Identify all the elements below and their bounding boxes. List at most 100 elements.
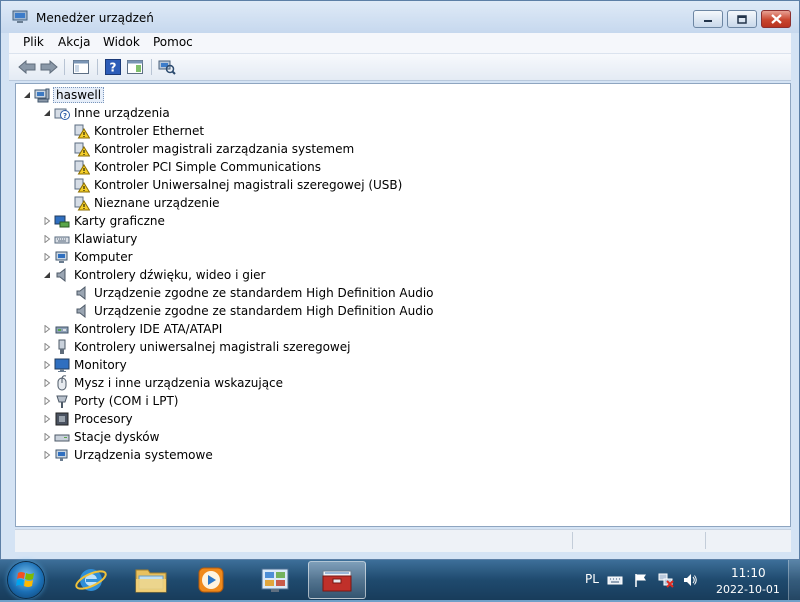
unknown-device-icon: ? xyxy=(54,108,70,120)
expand-arrow-icon[interactable] xyxy=(43,235,51,243)
status-pane xyxy=(705,532,790,549)
keyboard-icon xyxy=(54,236,70,244)
toolbar-separator xyxy=(151,59,152,75)
toolbar-separator xyxy=(64,59,65,75)
collapse-arrow-icon[interactable] xyxy=(23,91,31,99)
tree-item-label: Kontroler magistrali zarządzania systeme… xyxy=(94,142,355,156)
display-adapter-icon xyxy=(54,215,70,228)
tree-item[interactable]: Urządzenie zgodne ze standardem High Def… xyxy=(74,302,435,320)
collapse-arrow-icon[interactable] xyxy=(43,109,51,117)
show-desktop-button[interactable] xyxy=(788,560,800,600)
tree-item[interactable]: Kontrolery IDE ATA/ATAPI xyxy=(54,320,223,338)
maximize-button[interactable] xyxy=(727,10,757,28)
warning-device-icon xyxy=(74,160,90,175)
warning-device-icon xyxy=(74,178,90,193)
toolbox-icon xyxy=(322,570,352,592)
forward-button[interactable] xyxy=(39,58,59,76)
show-hide-console-tree-button[interactable] xyxy=(71,58,91,76)
tree-item[interactable]: Kontrolery dźwięku, wideo i gier xyxy=(54,266,266,284)
tree-item-label: Kontroler Ethernet xyxy=(94,124,205,138)
tree-item-label: Inne urządzenia xyxy=(74,106,170,120)
menu-akcja[interactable]: Akcja xyxy=(54,35,94,49)
close-button[interactable] xyxy=(761,10,791,28)
tree-item[interactable]: Kontroler Uniwersalnej magistrali szereg… xyxy=(74,176,403,194)
tree-item[interactable]: Klawiatury xyxy=(54,230,138,248)
taskbar-internet-explorer[interactable] xyxy=(62,561,120,599)
tree-item-label: Porty (COM i LPT) xyxy=(74,394,179,408)
help-button[interactable]: ? xyxy=(103,58,123,76)
tree-item[interactable]: Kontroler Ethernet xyxy=(74,122,205,140)
taskbar-control-panel[interactable] xyxy=(246,561,304,599)
scan-hardware-button[interactable] xyxy=(157,58,177,76)
mouse-icon xyxy=(57,375,67,391)
tree-item[interactable]: ? Inne urządzenia xyxy=(54,104,171,122)
tree-item-label: Procesory xyxy=(74,412,133,426)
tree-item[interactable]: Mysz i inne urządzenia wskazujące xyxy=(54,374,284,392)
tree-item[interactable]: Porty (COM i LPT) xyxy=(54,392,179,410)
expand-arrow-icon[interactable] xyxy=(43,361,51,369)
tree-item-label: Nieznane urządzenie xyxy=(94,196,220,210)
system-devices-icon xyxy=(55,449,68,461)
expand-arrow-icon[interactable] xyxy=(43,253,51,261)
expand-arrow-icon[interactable] xyxy=(43,415,51,423)
start-button[interactable] xyxy=(8,562,44,598)
device-manager-window: Menedżer urządzeń Plik Akcja Widok Pomoc… xyxy=(0,0,800,560)
keyboard-icon[interactable] xyxy=(607,572,623,588)
speaker-icon xyxy=(76,285,86,301)
minimize-icon xyxy=(704,20,712,22)
clock-time[interactable]: 11:10 xyxy=(731,566,766,580)
properties-button[interactable] xyxy=(125,58,145,76)
menu-widok[interactable]: Widok xyxy=(99,35,144,49)
console-tree-icon xyxy=(73,60,89,74)
expand-arrow-icon[interactable] xyxy=(43,325,51,333)
scan-hardware-icon xyxy=(158,60,176,75)
language-indicator[interactable]: PL xyxy=(585,572,599,586)
tree-item[interactable]: Karty graficzne xyxy=(54,212,166,230)
collapse-arrow-icon[interactable] xyxy=(43,271,51,279)
tree-item[interactable]: Kontroler PCI Simple Communications xyxy=(74,158,322,176)
clock-date[interactable]: 2022-10-01 xyxy=(716,583,780,596)
warning-device-icon xyxy=(74,196,90,211)
expand-arrow-icon[interactable] xyxy=(43,379,51,387)
tree-item-label: Karty graficzne xyxy=(74,214,165,228)
taskbar-device-manager[interactable] xyxy=(308,561,366,599)
folder-icon xyxy=(135,569,167,593)
menu-pomoc[interactable]: Pomoc xyxy=(149,35,197,49)
expand-arrow-icon[interactable] xyxy=(43,217,51,225)
status-pane xyxy=(572,532,703,549)
minimize-button[interactable] xyxy=(693,10,723,28)
tree-item-label: Urządzenia systemowe xyxy=(74,448,213,462)
title-bar[interactable]: Menedżer urządzeń xyxy=(1,1,799,33)
tree-item[interactable]: Kontroler magistrali zarządzania systeme… xyxy=(74,140,355,158)
tree-item[interactable]: Komputer xyxy=(54,248,134,266)
maximize-icon xyxy=(737,14,747,24)
volume-icon[interactable] xyxy=(682,572,698,588)
tree-item[interactable]: Procesory xyxy=(54,410,134,428)
expand-arrow-icon[interactable] xyxy=(43,433,51,441)
svg-text:?: ? xyxy=(110,61,117,75)
svg-text:?: ? xyxy=(63,112,67,120)
menu-plik[interactable]: Plik xyxy=(19,35,48,49)
taskbar-explorer[interactable] xyxy=(122,561,180,599)
tree-item[interactable]: haswell xyxy=(34,86,105,104)
action-center-flag-icon[interactable] xyxy=(633,572,649,588)
tree-item[interactable]: Nieznane urządzenie xyxy=(74,194,221,212)
arrow-left-icon xyxy=(18,60,36,74)
tree-item-label: Mysz i inne urządzenia wskazujące xyxy=(74,376,284,390)
close-icon xyxy=(770,14,782,24)
tree-item[interactable]: Monitory xyxy=(54,356,128,374)
device-tree[interactable]: haswell? Inne urządzenia Kontroler Etherne… xyxy=(15,83,791,527)
taskbar-media-player[interactable] xyxy=(182,561,240,599)
expand-arrow-icon[interactable] xyxy=(43,451,51,459)
tree-item[interactable]: Urządzenia systemowe xyxy=(54,446,214,464)
tree-item[interactable]: Stacje dysków xyxy=(54,428,160,446)
disk-drive-icon xyxy=(54,434,70,442)
tree-item-label: Urządzenie zgodne ze standardem High Def… xyxy=(94,304,434,318)
back-button[interactable] xyxy=(17,58,37,76)
speaker-icon xyxy=(56,267,66,283)
tree-item[interactable]: Kontrolery uniwersalnej magistrali szere… xyxy=(54,338,351,356)
network-disconnected-icon[interactable] xyxy=(658,572,674,588)
expand-arrow-icon[interactable] xyxy=(43,343,51,351)
tree-item[interactable]: Urządzenie zgodne ze standardem High Def… xyxy=(74,284,435,302)
expand-arrow-icon[interactable] xyxy=(43,397,51,405)
